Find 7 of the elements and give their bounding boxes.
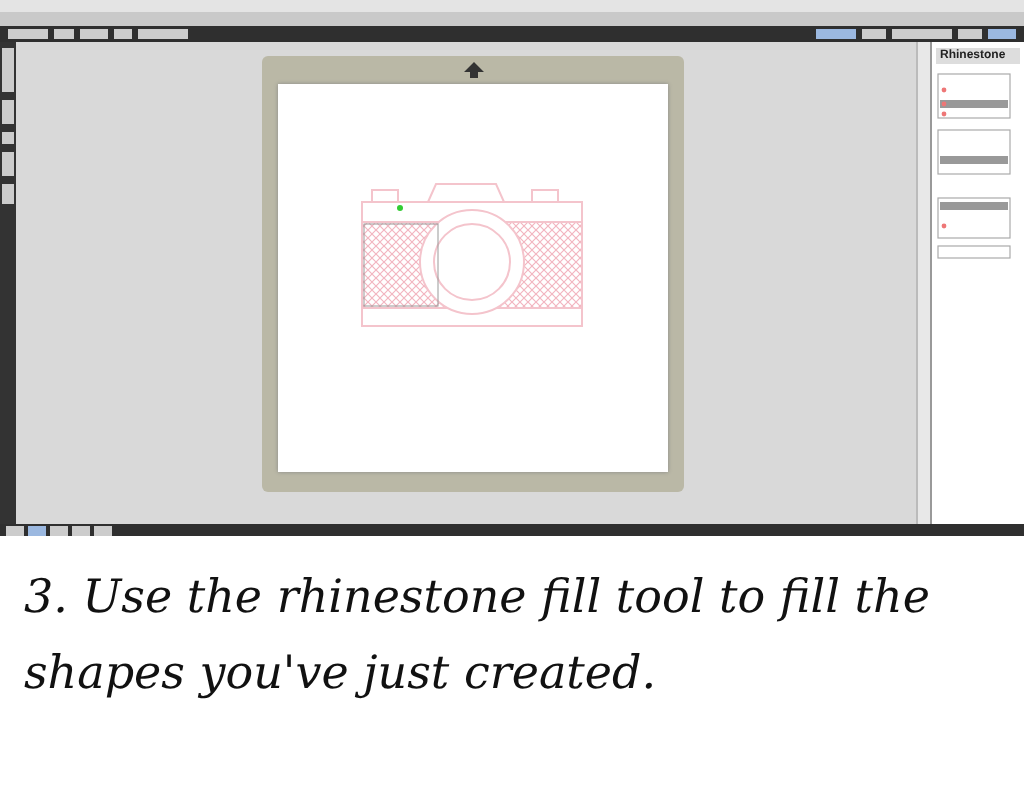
status-icons-drawing[interactable] (6, 525, 114, 535)
caption-text: 3. Use the rhinestone fill tool to fill the shapes you've just created. (24, 570, 932, 704)
toolbar-icons-drawing[interactable] (816, 28, 1016, 40)
toolbar-icons-drawing[interactable] (8, 28, 188, 40)
scroll-bar[interactable] (916, 42, 930, 524)
up-arrow-icon[interactable] (463, 62, 483, 78)
tool-icons-drawing[interactable] (2, 48, 14, 208)
